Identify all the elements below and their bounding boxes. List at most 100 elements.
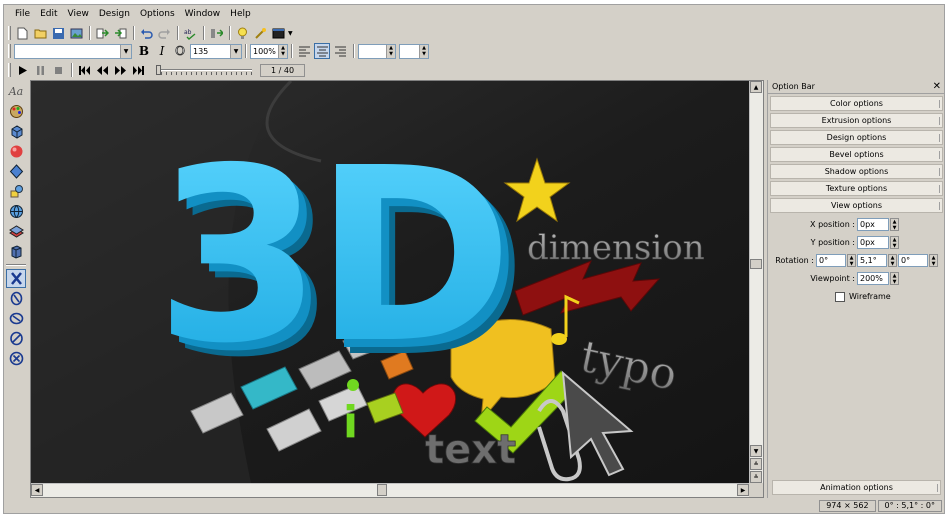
texture-tool[interactable] (6, 202, 26, 221)
section-bevel-options[interactable]: Bevel options (770, 147, 943, 162)
material-tool[interactable] (6, 142, 26, 161)
scroll-thumb[interactable] (377, 484, 387, 496)
section-shadow-options[interactable]: Shadow options (770, 164, 943, 179)
x-position-input[interactable]: 0px (857, 218, 889, 231)
background-button[interactable] (270, 25, 286, 41)
spell-button[interactable]: ab (182, 25, 198, 41)
new-button[interactable] (14, 25, 30, 41)
undo-button[interactable] (138, 25, 154, 41)
spin-arrows-icon[interactable]: ▲ ▼ (890, 218, 899, 231)
menu-view[interactable]: View (63, 5, 94, 23)
menu-window[interactable]: Window (180, 5, 226, 23)
first-frame-button[interactable] (76, 62, 92, 78)
spin-arrows-icon[interactable]: ▲ ▼ (278, 44, 287, 58)
chevron-down-icon[interactable]: ▼ (230, 44, 241, 58)
outline-button[interactable]: O (172, 44, 188, 59)
section-texture-options[interactable]: Texture options (770, 181, 943, 196)
play-button[interactable] (14, 62, 30, 78)
zoom-stepper[interactable]: 100% ▲ ▼ (250, 43, 288, 59)
scroll-right-button[interactable]: ▶ (737, 484, 749, 496)
line-spacing-stepper[interactable]: ▲ ▼ (399, 43, 429, 59)
menu-file[interactable]: File (10, 5, 35, 23)
save-all-button[interactable] (68, 25, 84, 41)
align-left-button[interactable] (296, 43, 312, 59)
spin-arrows-icon[interactable]: ▲ ▼ (890, 236, 899, 249)
chevron-down-icon[interactable]: ▼ (120, 44, 131, 58)
menu-options[interactable]: Options (135, 5, 180, 23)
extrusion-tool[interactable] (6, 122, 26, 141)
open-button[interactable] (32, 25, 48, 41)
spin-arrows-icon[interactable]: ▲ ▼ (847, 254, 856, 267)
menu-edit[interactable]: Edit (35, 5, 62, 23)
wireframe-checkbox[interactable] (835, 291, 845, 302)
rotate-z-tool[interactable] (6, 309, 26, 328)
tools-button[interactable] (252, 25, 268, 41)
pause-button[interactable] (32, 62, 48, 78)
spacing-stepper[interactable]: ▲ ▼ (358, 43, 396, 59)
align-button[interactable] (208, 25, 224, 41)
x-position-label: X position : (810, 220, 855, 229)
align-right-button[interactable] (332, 43, 348, 59)
scroll-down-button[interactable]: ▼ (750, 445, 762, 457)
section-animation-options[interactable]: Animation options (772, 480, 941, 495)
close-icon[interactable]: ✕ (933, 81, 941, 92)
menu-design[interactable]: Design (94, 5, 135, 23)
spin-arrows-icon[interactable]: ▲ ▼ (419, 44, 428, 58)
italic-button[interactable]: I (154, 44, 170, 58)
light-button[interactable] (234, 25, 250, 41)
prev-frame-button[interactable] (94, 62, 110, 78)
spin-arrows-icon[interactable]: ▲ ▼ (929, 254, 938, 267)
text-tool[interactable]: Aa (6, 82, 26, 101)
rotate-all-tool[interactable] (6, 349, 26, 368)
page-down-button[interactable]: ≚ (750, 471, 762, 483)
canvas-vertical-scrollbar[interactable]: ▲ ▼ ≙ ≚ (749, 81, 763, 483)
font-family-select[interactable]: ▼ (14, 43, 132, 59)
bevel-tool[interactable] (6, 162, 26, 181)
canvas-horizontal-scrollbar[interactable]: ◀ ▶ (31, 483, 749, 497)
chevron-down-icon[interactable]: ▼ (288, 30, 293, 37)
section-view-options[interactable]: View options (770, 198, 943, 213)
stop-button[interactable] (50, 62, 66, 78)
render-canvas[interactable]: 3D 3D 3D dimension typo i text (31, 81, 749, 483)
spin-arrows-icon[interactable]: ▲ ▼ (386, 44, 395, 58)
import-button[interactable] (112, 25, 128, 41)
wireframe-label: Wireframe (849, 292, 891, 301)
canvas-size-readout: 974 × 562 (819, 499, 876, 512)
scroll-thumb[interactable] (750, 259, 762, 269)
align-center-button[interactable] (314, 43, 330, 59)
viewpoint-input[interactable]: 200% (857, 272, 889, 285)
y-position-input[interactable]: 0px (857, 236, 889, 249)
scroll-up-button[interactable]: ▲ (750, 81, 762, 93)
menu-help[interactable]: Help (225, 5, 256, 23)
box-icon (11, 245, 21, 259)
section-design-options[interactable]: Design options (770, 130, 943, 145)
section-extrusion-options[interactable]: Extrusion options (770, 113, 943, 128)
save-button[interactable] (50, 25, 66, 41)
slider-thumb[interactable] (156, 65, 161, 75)
scene-svg[interactable]: 3D 3D 3D dimension typo i text (31, 81, 749, 483)
rotation-x-input[interactable]: 0° (816, 254, 846, 267)
layers-icon (8, 225, 24, 238)
last-frame-button[interactable] (130, 62, 146, 78)
rotate-x-tool[interactable] (6, 269, 26, 288)
spin-arrows-icon[interactable]: ▲ ▼ (890, 272, 899, 285)
toolbar-grip[interactable] (8, 26, 11, 40)
rotation-z-input[interactable]: 0° (898, 254, 928, 267)
color-tool[interactable] (6, 102, 26, 121)
frame-slider[interactable] (156, 64, 252, 76)
spin-arrows-icon[interactable]: ▲ ▼ (888, 254, 897, 267)
bold-button[interactable]: B (136, 44, 152, 58)
shadow-tool[interactable] (6, 182, 26, 201)
object-tool[interactable] (6, 242, 26, 261)
rotate-y-tool[interactable] (6, 289, 26, 308)
redo-button[interactable] (156, 25, 172, 41)
scroll-left-button[interactable]: ◀ (31, 484, 43, 496)
font-size-select[interactable]: 135 ▼ (190, 43, 242, 59)
next-frame-button[interactable] (112, 62, 128, 78)
layer-tool[interactable] (6, 222, 26, 241)
page-up-button[interactable]: ≙ (750, 458, 762, 470)
section-color-options[interactable]: Color options (770, 96, 943, 111)
export-button[interactable] (94, 25, 110, 41)
rotation-y-input[interactable]: 5,1° (857, 254, 887, 267)
rotate-free-tool[interactable] (6, 329, 26, 348)
